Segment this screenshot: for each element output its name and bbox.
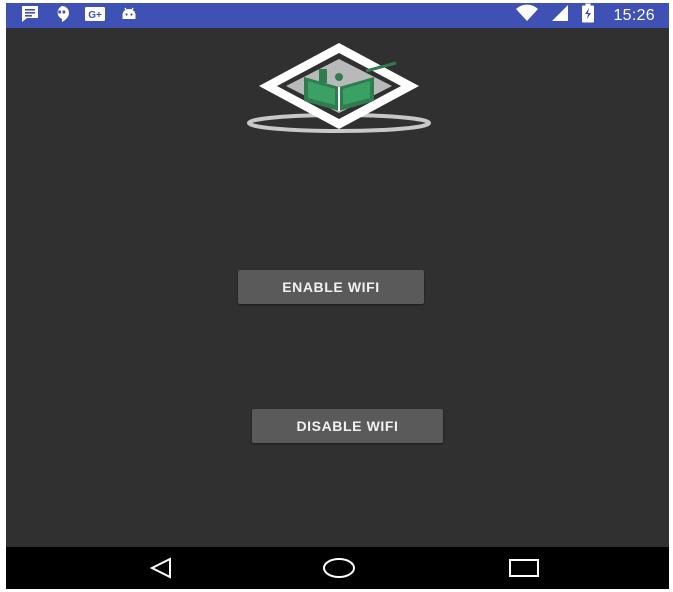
phone-screen: G+ 15:26 ENABLE WIFI DISABLE WIFI	[6, 3, 669, 589]
recents-icon	[509, 559, 539, 577]
system-status-icons: 15:26	[515, 3, 655, 28]
book-logo-icon	[246, 41, 432, 133]
status-time: 15:26	[613, 6, 655, 24]
enable-wifi-button[interactable]: ENABLE WIFI	[238, 270, 424, 304]
disable-wifi-button[interactable]: DISABLE WIFI	[252, 409, 443, 443]
recents-button[interactable]	[494, 547, 554, 589]
signal-icon	[551, 4, 569, 27]
status-bar: G+ 15:26	[6, 3, 669, 28]
hangouts-icon	[54, 5, 70, 28]
google-plus-text: G+	[88, 10, 102, 21]
navigation-bar	[6, 547, 669, 589]
home-button[interactable]	[309, 547, 369, 589]
back-icon	[149, 557, 171, 579]
home-icon	[323, 558, 355, 578]
back-button[interactable]	[131, 547, 191, 589]
battery-charging-icon	[581, 3, 595, 28]
google-plus-icon: G+	[84, 5, 106, 28]
wifi-icon	[515, 4, 539, 27]
android-icon	[120, 5, 138, 28]
notification-icons: G+	[20, 5, 138, 28]
message-icon	[20, 5, 40, 28]
